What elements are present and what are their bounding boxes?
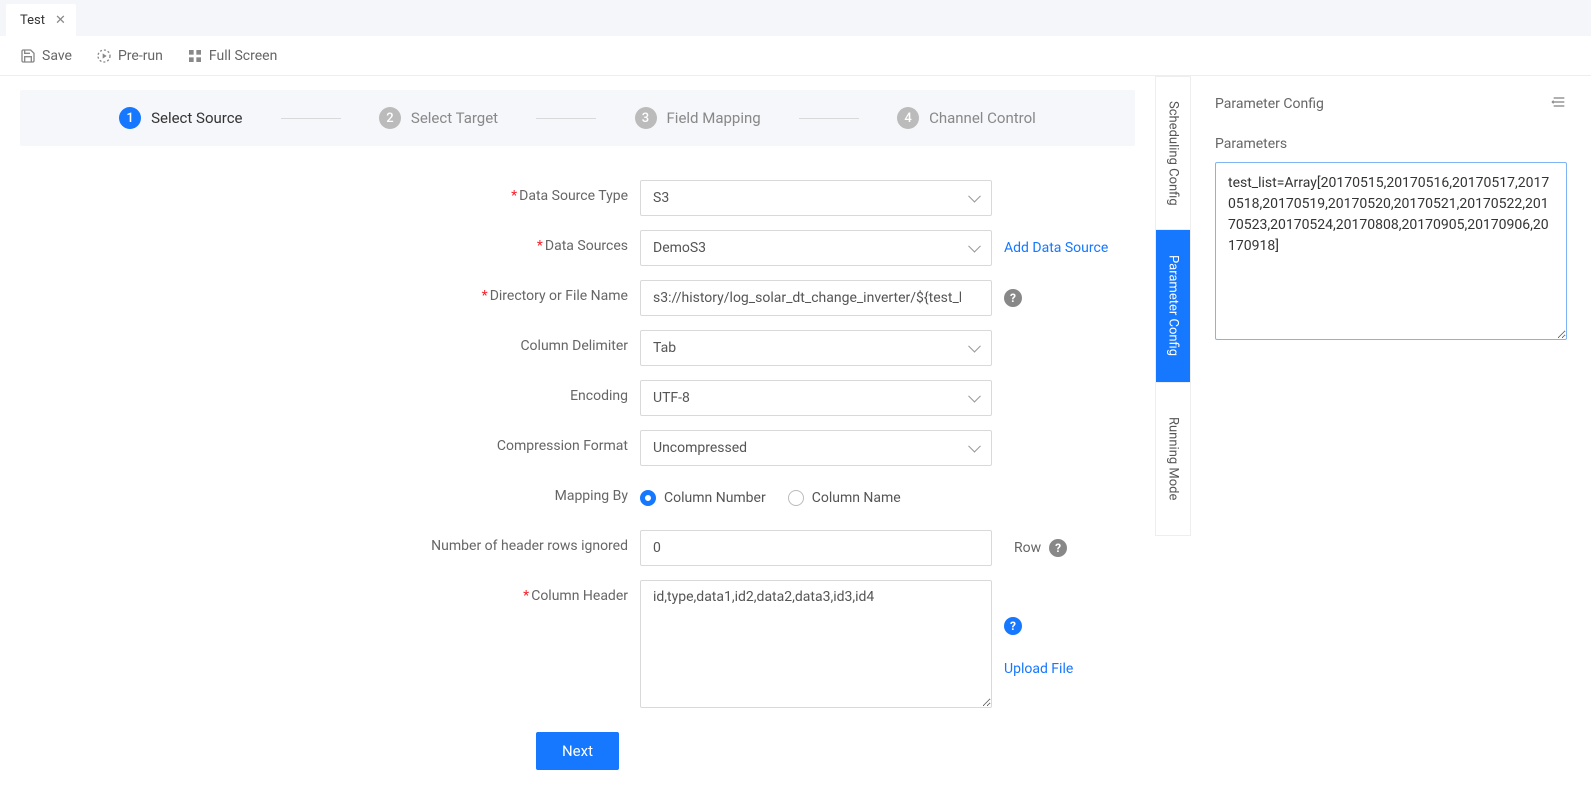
tab-bar: Test ✕ [0, 0, 1591, 36]
tab-test[interactable]: Test ✕ [6, 4, 76, 36]
step-select-target[interactable]: 2 Select Target [379, 107, 498, 129]
data-source-type-select[interactable]: S3 [640, 180, 992, 216]
toolbar: Save Pre-run Full Screen [0, 36, 1591, 76]
label-encoding: Encoding [20, 380, 640, 404]
radio-dot-icon [640, 490, 656, 506]
header-rows-input[interactable] [640, 530, 992, 566]
step-separator [281, 118, 341, 119]
help-icon[interactable]: ? [1049, 539, 1067, 557]
tab-title: Test [20, 13, 45, 28]
step-separator [799, 118, 859, 119]
source-form: *Data Source Type S3 *Data Sources DemoS… [20, 180, 1135, 708]
add-data-source-link[interactable]: Add Data Source [1004, 240, 1108, 256]
parameters-textarea[interactable]: test_list=Array[20170515,20170516,201705… [1215, 162, 1567, 340]
directory-input[interactable] [640, 280, 992, 316]
fullscreen-label: Full Screen [209, 48, 277, 64]
next-button[interactable]: Next [536, 732, 619, 770]
label-data-sources: *Data Sources [20, 230, 640, 254]
parameter-config-panel: Parameter Config Parameters test_list=Ar… [1191, 76, 1591, 796]
step-num-2: 2 [379, 107, 401, 129]
save-icon [20, 48, 36, 64]
step-num-1: 1 [119, 107, 141, 129]
fullscreen-icon [187, 48, 203, 64]
content-area: 1 Select Source 2 Select Target 3 Field … [0, 76, 1155, 796]
step-select-source[interactable]: 1 Select Source [119, 107, 242, 129]
upload-file-link[interactable]: Upload File [1004, 661, 1073, 677]
stepper: 1 Select Source 2 Select Target 3 Field … [20, 90, 1135, 146]
label-header-rows: Number of header rows ignored [20, 530, 640, 554]
radio-column-name[interactable]: Column Name [788, 490, 901, 506]
fullscreen-button[interactable]: Full Screen [187, 48, 277, 64]
step-separator [536, 118, 596, 119]
label-column-header: *Column Header [20, 580, 640, 604]
prerun-icon [96, 48, 112, 64]
mapping-radio-group: Column Number Column Name [640, 480, 901, 516]
vertical-tabs: Scheduling Config Parameter Config Runni… [1155, 76, 1191, 536]
parameters-label: Parameters [1215, 136, 1567, 152]
label-delimiter: Column Delimiter [20, 330, 640, 354]
step-num-3: 3 [635, 107, 657, 129]
label-data-source-type: *Data Source Type [20, 180, 640, 204]
help-icon[interactable]: ? [1004, 289, 1022, 307]
radio-dot-icon [788, 490, 804, 506]
step-channel-control[interactable]: 4 Channel Control [897, 107, 1036, 129]
collapse-icon[interactable] [1551, 94, 1567, 114]
step-label-2: Select Target [411, 109, 498, 127]
compression-select[interactable]: Uncompressed [640, 430, 992, 466]
label-compression: Compression Format [20, 430, 640, 454]
data-sources-select[interactable]: DemoS3 [640, 230, 992, 266]
step-num-4: 4 [897, 107, 919, 129]
delimiter-select[interactable]: Tab [640, 330, 992, 366]
label-directory: *Directory or File Name [20, 280, 640, 304]
radio-column-number[interactable]: Column Number [640, 490, 766, 506]
vtab-scheduling-config[interactable]: Scheduling Config [1156, 77, 1190, 230]
save-label: Save [42, 48, 72, 64]
help-icon[interactable]: ? [1004, 617, 1022, 635]
prerun-label: Pre-run [118, 48, 163, 64]
encoding-select[interactable]: UTF-8 [640, 380, 992, 416]
prerun-button[interactable]: Pre-run [96, 48, 163, 64]
step-field-mapping[interactable]: 3 Field Mapping [635, 107, 761, 129]
column-header-textarea[interactable]: id,type,data1,id2,data2,data3,id3,id4 [640, 580, 992, 708]
main: 1 Select Source 2 Select Target 3 Field … [0, 76, 1591, 796]
vtab-parameter-config[interactable]: Parameter Config [1156, 230, 1190, 383]
close-icon[interactable]: ✕ [55, 13, 66, 28]
row-suffix: Row ? [1014, 539, 1067, 557]
save-button[interactable]: Save [20, 48, 72, 64]
step-label-4: Channel Control [929, 109, 1036, 127]
label-mapping: Mapping By [20, 480, 640, 504]
step-label-1: Select Source [151, 109, 242, 127]
vtab-running-mode[interactable]: Running Mode [1156, 383, 1190, 535]
panel-title: Parameter Config [1215, 96, 1324, 112]
step-label-3: Field Mapping [667, 109, 761, 127]
